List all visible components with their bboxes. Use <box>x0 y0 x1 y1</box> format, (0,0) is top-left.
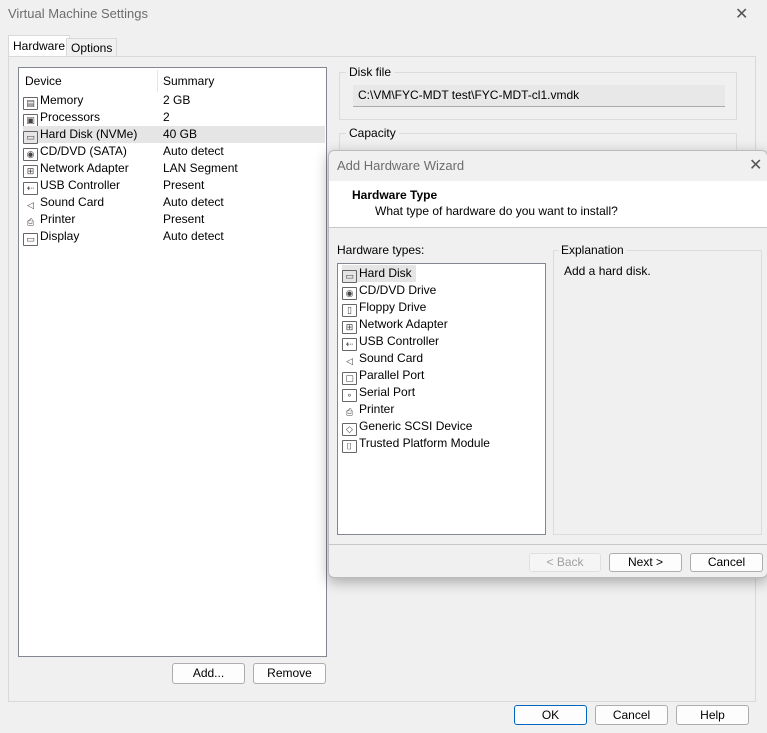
list-item[interactable]: ▢ Parallel Port <box>342 367 425 385</box>
item-label: Hard Disk <box>359 266 412 280</box>
tab-hardware[interactable]: Hardware <box>8 35 71 57</box>
column-header-summary[interactable]: Summary <box>163 73 214 90</box>
wizard-cancel-button[interactable]: Cancel <box>690 553 763 572</box>
explanation-text: Add a hard disk. <box>564 264 651 278</box>
remove-button[interactable]: Remove <box>253 663 326 684</box>
item-label: USB Controller <box>40 178 121 192</box>
item-label: Floppy Drive <box>359 300 427 314</box>
back-button[interactable]: < Back <box>529 553 601 572</box>
wizard-heading: Hardware Type <box>352 188 438 202</box>
explanation-label: Explanation <box>558 243 627 257</box>
item-label: Network Adapter <box>359 317 448 331</box>
list-item[interactable]: ◉ CD/DVD (SATA) <box>23 143 127 161</box>
next-button[interactable]: Next > <box>609 553 682 572</box>
capacity-label: Capacity <box>346 126 399 140</box>
item-label: Memory <box>40 93 84 107</box>
cancel-button[interactable]: Cancel <box>595 705 668 725</box>
item-summary: Present <box>163 212 205 226</box>
list-item[interactable]: ⎙ Printer <box>23 211 75 228</box>
list-item[interactable]: ⌷ Trusted Platform Module <box>342 435 490 453</box>
list-item[interactable]: ▯ Floppy Drive <box>342 299 427 317</box>
item-summary: 2 <box>163 110 170 124</box>
item-label: USB Controller <box>359 334 440 348</box>
list-item[interactable]: ∘ Serial Port <box>342 384 416 402</box>
wizard-title: Add Hardware Wizard <box>337 158 465 173</box>
list-item[interactable]: ▭ Display <box>23 228 80 246</box>
list-item[interactable]: ▭ Hard Disk <box>342 265 416 283</box>
tpm-icon: ⌷ <box>342 440 357 453</box>
display-icon: ▭ <box>23 233 38 246</box>
device-list[interactable]: Device Summary ▤ Memory 2 GB ▣ Processors 2 ▭ H… <box>18 67 327 657</box>
item-label: Display <box>40 229 80 243</box>
wizard-subheading: What type of hardware do you want to ins… <box>375 204 618 218</box>
list-item[interactable]: ◁ Sound Card <box>342 350 423 367</box>
item-summary: Present <box>163 178 205 192</box>
add-button[interactable]: Add... <box>172 663 245 684</box>
item-label: Network Adapter <box>40 161 129 175</box>
item-summary: 2 GB <box>163 93 191 107</box>
column-header-device[interactable]: Device <box>25 73 62 90</box>
item-summary: 40 GB <box>163 127 198 141</box>
list-item[interactable]: ⇠ USB Controller <box>23 177 121 195</box>
list-item[interactable]: ⎙ Printer <box>342 401 394 418</box>
list-item[interactable]: ⇠ USB Controller <box>342 333 440 351</box>
list-item[interactable]: ▤ Memory <box>23 92 84 110</box>
hardware-types-label: Hardware types: <box>337 243 425 257</box>
item-label: CD/DVD Drive <box>359 283 437 297</box>
list-item[interactable]: ◁ Sound Card <box>23 194 104 211</box>
item-label: Printer <box>40 212 76 226</box>
tab-options[interactable]: Options <box>66 38 118 56</box>
list-item[interactable]: ⊞ Network Adapter <box>342 316 448 334</box>
list-item[interactable]: ▣ Processors <box>23 109 101 127</box>
close-icon[interactable]: ✕ <box>735 4 748 24</box>
list-item[interactable]: ◇ Generic SCSI Device <box>342 418 473 436</box>
hardware-types-list[interactable]: ▭ Hard Disk ◉ CD/DVD Drive ▯ Floppy Drive ⊞ Net… <box>337 263 546 535</box>
disk-file-label: Disk file <box>346 65 395 79</box>
item-label: Processors <box>40 110 101 124</box>
wizard-header: Hardware Type What type of hardware do y… <box>329 181 767 228</box>
item-label: Sound Card <box>359 351 424 365</box>
column-divider[interactable] <box>157 70 158 92</box>
item-label: Printer <box>359 402 395 416</box>
ok-button[interactable]: OK <box>514 705 587 725</box>
explanation-group: Explanation Add a hard disk. <box>553 243 762 535</box>
wizard-close-icon[interactable]: ✕ <box>749 155 762 175</box>
wizard-separator <box>329 544 767 545</box>
help-button[interactable]: Help <box>676 705 749 725</box>
item-summary: LAN Segment <box>163 161 238 175</box>
item-summary: Auto detect <box>163 144 224 158</box>
disk-file-input[interactable]: C:\VM\FYC-MDT test\FYC-MDT-cl1.vmdk <box>353 85 725 107</box>
window-title: Virtual Machine Settings <box>8 6 148 21</box>
item-label: Trusted Platform Module <box>359 436 490 450</box>
item-label: Generic SCSI Device <box>359 419 473 433</box>
item-label: Hard Disk (NVMe) <box>40 127 138 141</box>
item-summary: Auto detect <box>163 229 224 243</box>
item-label: Sound Card <box>40 195 105 209</box>
add-hardware-wizard: Add Hardware Wizard ✕ Hardware Type What… <box>328 150 767 578</box>
list-item[interactable]: ⊞ Network Adapter <box>23 160 129 178</box>
item-label: Parallel Port <box>359 368 425 382</box>
disk-file-group: Disk file C:\VM\FYC-MDT test\FYC-MDT-cl1… <box>339 65 737 120</box>
item-label: Serial Port <box>359 385 416 399</box>
list-item[interactable]: ◉ CD/DVD Drive <box>342 282 437 300</box>
item-summary: Auto detect <box>163 195 224 209</box>
item-label: CD/DVD (SATA) <box>40 144 127 158</box>
